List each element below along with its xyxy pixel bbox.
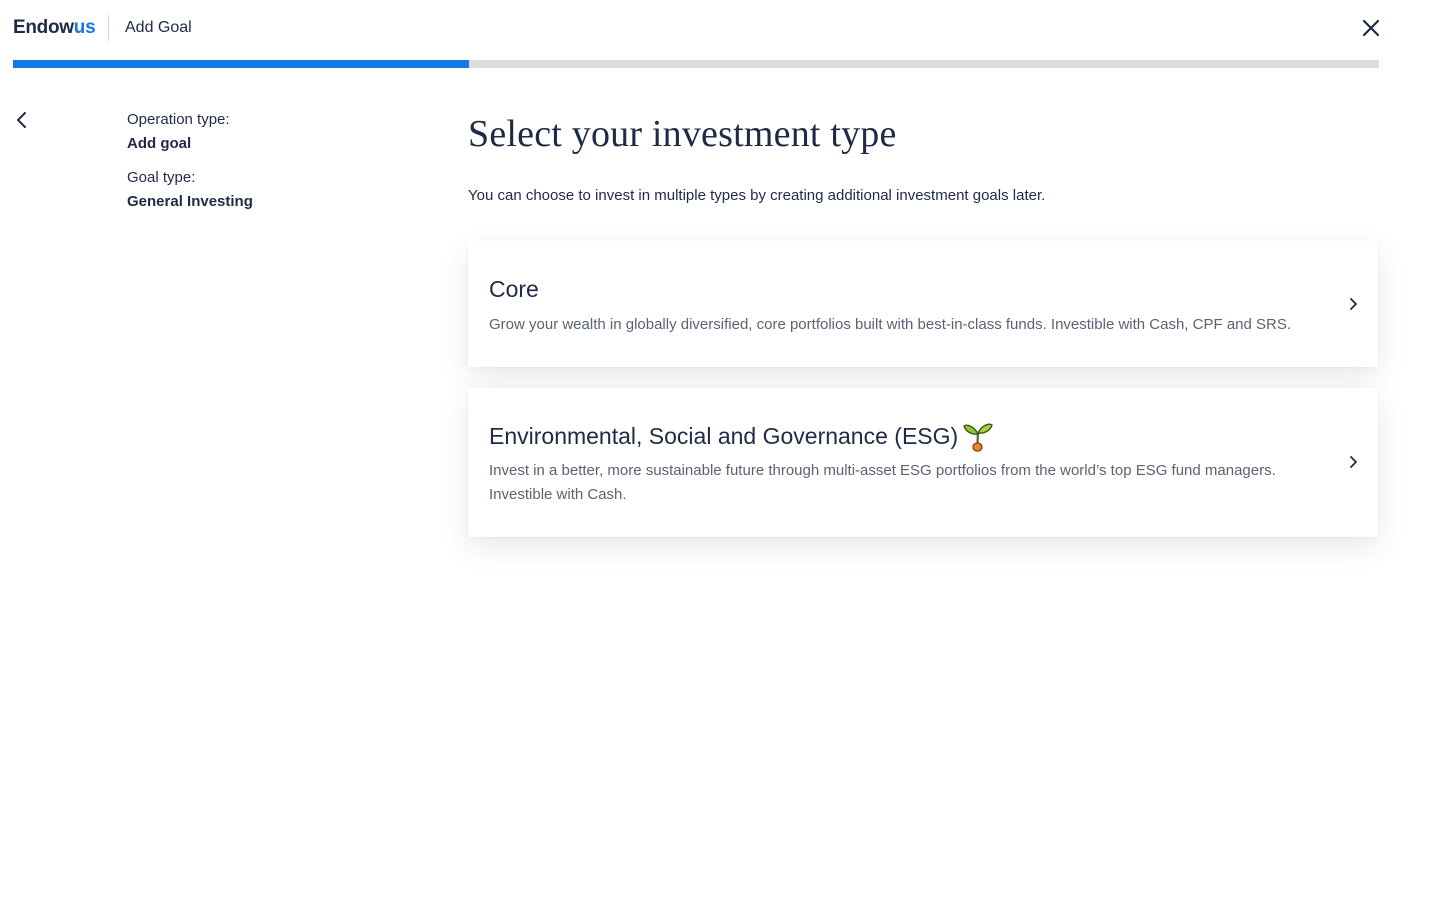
- option-description-esg: Invest in a better, more sustainable fut…: [489, 462, 1276, 503]
- header-title: Add Goal: [125, 19, 192, 36]
- progress-bar: [13, 60, 1379, 68]
- operation-type-label: Operation type:: [127, 111, 230, 128]
- top-bar: Endowus Add Goal: [0, 0, 1433, 58]
- sprout-icon: [963, 423, 993, 452]
- endowus-logo[interactable]: Endowus: [13, 17, 96, 39]
- option-title-core-text: Core: [489, 276, 539, 302]
- logo-primary-text: Endow: [13, 17, 74, 38]
- option-description-core: Grow your wealth in globally diversified…: [489, 316, 1292, 333]
- chevron-left-icon: [17, 112, 26, 128]
- operation-type-value: Add goal: [127, 135, 192, 152]
- progress-bar-fill: [13, 60, 469, 68]
- back-button[interactable]: [12, 110, 32, 130]
- option-title-esg: Environmental, Social and Governance (ES…: [489, 420, 994, 452]
- chevron-right-icon: [1350, 298, 1357, 310]
- goal-type-value: General Investing: [127, 193, 253, 210]
- header-divider: [108, 15, 109, 41]
- option-title-core: Core: [489, 275, 539, 303]
- option-card-core[interactable]: Core Grow your wealth in globally divers…: [468, 241, 1378, 367]
- goal-summary: Operation type: Add goal Goal type: Gene…: [127, 110, 427, 226]
- close-button[interactable]: [1360, 17, 1382, 39]
- chevron-right-icon: [1350, 456, 1357, 468]
- close-icon: [1362, 19, 1380, 37]
- page-subtitle: You can choose to invest in multiple typ…: [468, 187, 1046, 204]
- logo-accent-text: us: [73, 17, 96, 38]
- goal-type-label: Goal type:: [127, 169, 196, 186]
- option-title-esg-text: Environmental, Social and Governance (ES…: [489, 423, 959, 449]
- page-title: Select your investment type: [468, 113, 897, 155]
- option-card-esg[interactable]: Environmental, Social and Governance (ES…: [468, 388, 1378, 537]
